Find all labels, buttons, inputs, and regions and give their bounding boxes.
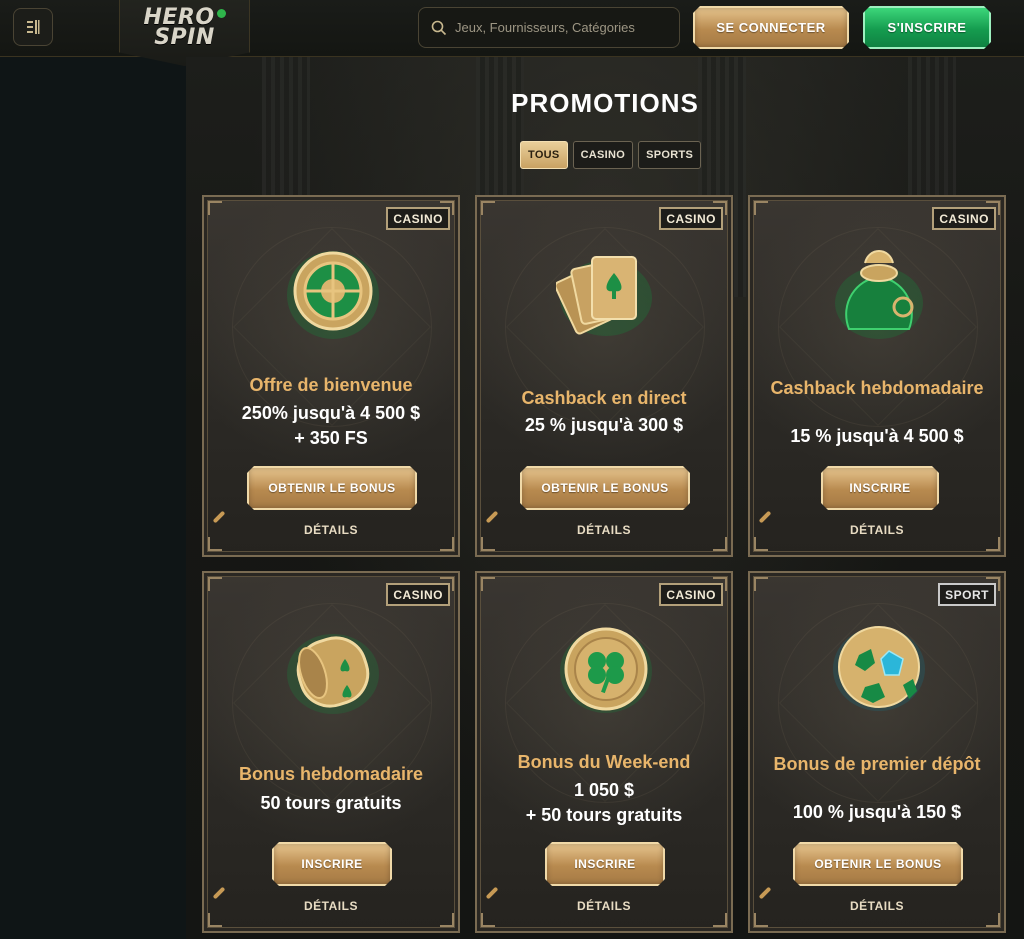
details-link[interactable]: DÉTAILS: [477, 899, 731, 913]
corner-ornament: [208, 913, 222, 927]
promo-offer-line1: 50 tours gratuits: [260, 793, 402, 813]
corner-ornament: [440, 537, 454, 551]
filter-tab-all[interactable]: TOUS: [520, 141, 568, 169]
category-badge: CASINO: [932, 207, 996, 230]
menu-icon: [27, 20, 40, 34]
promo-title: Bonus du Week-end: [517, 752, 691, 772]
login-button[interactable]: SE CONNECTER: [693, 6, 849, 49]
category-badge: SPORT: [938, 583, 996, 606]
corner-ornament: [208, 537, 222, 551]
get-bonus-button[interactable]: OBTENIR LE BONUS: [793, 842, 963, 886]
promo-card: CASINO Cashback hebdomadaire 15 % jusqu'…: [748, 195, 1006, 557]
corner-ornament: [440, 913, 454, 927]
promo-title: Cashback en direct: [521, 388, 687, 408]
corner-ornament: [481, 201, 495, 215]
pencil-icon: [485, 886, 499, 900]
promo-offer-line2: + 350 FS: [294, 428, 368, 448]
get-bonus-button[interactable]: OBTENIR LE BONUS: [520, 466, 690, 510]
menu-button[interactable]: [13, 8, 53, 46]
cards-icon: [556, 256, 652, 336]
filter-tabs: TOUS CASINO SPORTS: [520, 141, 702, 169]
promo-card: CASINO Bonus du Week-end 1 050 $ + 50 to…: [475, 571, 733, 933]
details-link[interactable]: DÉTAILS: [750, 523, 1004, 537]
top-header: HERO SPIN SE CONNECTER S'INSCRIRE: [0, 0, 1024, 66]
page-title: PROMOTIONS: [511, 88, 699, 118]
details-link[interactable]: DÉTAILS: [750, 899, 1004, 913]
register-button[interactable]: INSCRIRE: [545, 842, 665, 886]
corner-ornament: [754, 537, 768, 551]
category-badge: CASINO: [659, 207, 723, 230]
search-input[interactable]: [455, 20, 675, 35]
register-button[interactable]: INSCRIRE: [821, 466, 939, 510]
promo-title: Offre de bienvenue: [249, 375, 413, 395]
corner-ornament: [713, 913, 727, 927]
corner-ornament: [986, 537, 1000, 551]
logo-text-spin: SPIN: [154, 25, 215, 50]
pencil-icon: [758, 886, 772, 900]
logo-dot-icon: [216, 9, 226, 18]
category-badge: CASINO: [659, 583, 723, 606]
category-badge: CASINO: [386, 583, 450, 606]
category-badge: CASINO: [386, 207, 450, 230]
promo-offer-line1: 100 % jusqu'à 150 $: [792, 802, 962, 822]
get-bonus-button[interactable]: OBTENIR LE BONUS: [247, 466, 417, 510]
money-bag-icon: [835, 250, 923, 339]
search-box[interactable]: [418, 7, 680, 48]
corner-ornament: [713, 537, 727, 551]
corner-ornament: [754, 577, 768, 591]
promo-title: Bonus de premier dépôt: [773, 754, 981, 774]
promo-card: CASINO Cashback en direct 25 % jusqu'à 3…: [475, 195, 733, 557]
pencil-icon: [212, 886, 226, 900]
details-link[interactable]: DÉTAILS: [204, 899, 458, 913]
corner-ornament: [481, 913, 495, 927]
pencil-icon: [758, 510, 772, 524]
slot-reel-icon: [287, 634, 379, 714]
soccer-ball-icon: [833, 626, 925, 711]
promo-card: CASINO Bonus hebdomadaire 50 tours gratu…: [202, 571, 460, 933]
corner-ornament: [986, 913, 1000, 927]
corner-ornament: [481, 537, 495, 551]
corner-ornament: [208, 577, 222, 591]
pencil-icon: [485, 510, 499, 524]
register-button[interactable]: INSCRIRE: [272, 842, 392, 886]
promo-offer-line1: 25 % jusqu'à 300 $: [524, 415, 684, 435]
pencil-icon: [212, 510, 226, 524]
corner-ornament: [754, 913, 768, 927]
promo-title: Bonus hebdomadaire: [238, 764, 424, 784]
clover-coin-icon: [560, 627, 652, 713]
filter-tab-casino[interactable]: CASINO: [572, 141, 634, 169]
promo-offer-line1: 1 050 $: [573, 780, 635, 800]
promo-card: SPORT Bonus de premier dépôt 100 % jusqu…: [748, 571, 1006, 933]
promo-card: CASINO Offre de bienvenue 250% jusqu'à 4…: [202, 195, 460, 557]
corner-ornament: [208, 201, 222, 215]
promo-offer-line1: 250% jusqu'à 4 500 $: [241, 403, 421, 423]
promo-offer-line1: 15 % jusqu'à 4 500 $: [790, 426, 964, 446]
details-link[interactable]: DÉTAILS: [204, 523, 458, 537]
corner-ornament: [754, 201, 768, 215]
details-link[interactable]: DÉTAILS: [477, 523, 731, 537]
corner-ornament: [481, 577, 495, 591]
roulette-icon: [287, 251, 379, 339]
promo-title: Cashback hebdomadaire: [770, 378, 984, 398]
promo-offer-line2: + 50 tours gratuits: [525, 805, 683, 825]
search-icon: [431, 20, 447, 35]
filter-tab-sports[interactable]: SPORTS: [638, 141, 702, 169]
signup-button[interactable]: S'INSCRIRE: [863, 6, 991, 49]
